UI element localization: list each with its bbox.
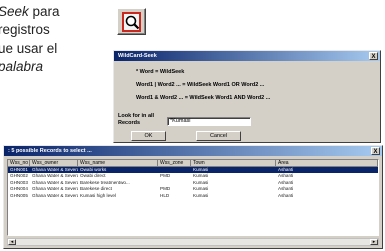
seek-toolbar-button[interactable] (117, 8, 146, 35)
table-row[interactable]: GHN005 Ghana Water & Severa... Kumasi hi… (8, 193, 378, 200)
cell-town: Kumasi (193, 192, 209, 198)
arrow-right-icon[interactable]: ▸ (370, 239, 378, 245)
results-close-button[interactable]: X (371, 147, 380, 155)
help-line-or: Word1 | Word2 ... = WildSeek Word1 OR Wo… (136, 82, 265, 88)
cell-wss-owner: Ghana Water & Severa... (32, 192, 78, 198)
results-title: : 5 possible Records to select ... (8, 148, 92, 154)
cell-area: Ashanti (278, 192, 294, 198)
cancel-button[interactable]: Cancel (196, 131, 241, 141)
cell-wss-no: GHN005 (10, 192, 28, 198)
help-line-wildseek: * Word = WildSeek (136, 69, 185, 75)
dialog-title: WildCard-Seek (118, 53, 157, 59)
search-input[interactable]: *Kumasi (167, 117, 251, 126)
cell-wss-zone: HLD (160, 192, 170, 198)
dialog-title-bar[interactable]: WildCard-Seek X (114, 51, 380, 61)
arrow-left-icon[interactable]: ◂ (8, 239, 16, 245)
cell-wss-name: Kumasi high level (80, 192, 117, 198)
results-grid[interactable]: Wss_no Wss_owner Wss_name Wss_zone Town … (7, 159, 379, 236)
doc-line-4: palabra (0, 59, 44, 74)
ok-button[interactable]: OK (131, 131, 166, 141)
results-window: : 5 possible Records to select ... X Wss… (3, 145, 383, 249)
dialog-close-button[interactable]: X (369, 52, 378, 60)
wildcard-seek-dialog: WildCard-Seek X * Word = WildSeek Word1 … (113, 50, 381, 143)
doc-line-3: ue usar el (0, 41, 58, 56)
magnifier-document-icon (122, 12, 141, 32)
help-line-and: Word1 & Word2 ... = WildSeek Word1 AND W… (136, 95, 271, 101)
results-title-bar[interactable]: : 5 possible Records to select ... X (4, 146, 382, 156)
doc-line-2: registros (0, 22, 50, 37)
horizontal-scrollbar[interactable]: ◂ ▸ (7, 238, 379, 246)
look-in-label: Look for in all Records (118, 113, 155, 126)
doc-line-1: Seek para (0, 4, 60, 19)
